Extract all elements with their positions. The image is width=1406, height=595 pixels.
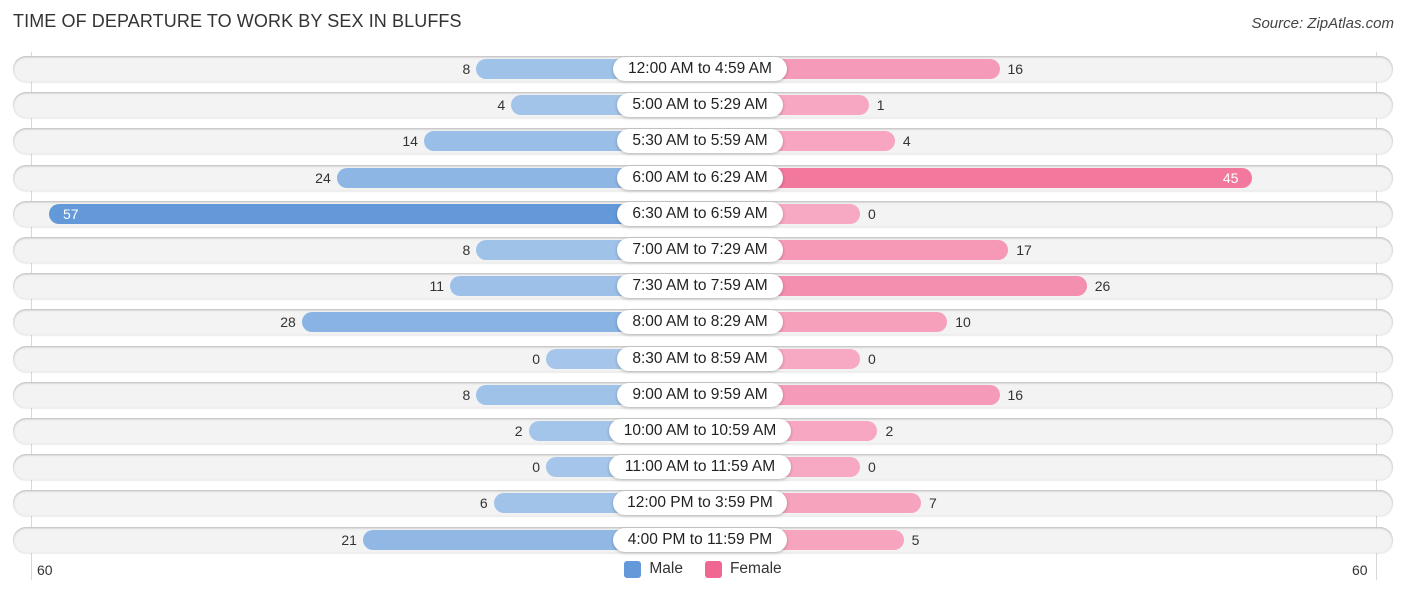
female-value-label: 0	[868, 459, 876, 476]
female-value-label: 2	[885, 423, 894, 439]
female-value-label: 0	[868, 350, 876, 367]
female-value-label: 45	[1222, 169, 1239, 186]
male-value-label: 57	[62, 205, 79, 222]
male-value-label: 11	[429, 278, 445, 295]
category-label: 11:00 AM to 11:59 AM	[609, 455, 791, 480]
legend-label-male: Male	[649, 560, 683, 577]
male-value-label: 8	[462, 386, 471, 403]
male-swatch-icon	[624, 560, 642, 578]
category-label: 5:30 AM to 5:59 AM	[617, 129, 783, 154]
male-value-label: 2	[514, 423, 523, 439]
male-value-label: 6	[479, 495, 488, 512]
female-value-label: 4	[902, 133, 911, 150]
male-value-label: 0	[532, 350, 540, 367]
female-value-label: 16	[1007, 61, 1024, 77]
female-value-label: 26	[1094, 278, 1111, 295]
category-label: 10:00 AM to 10:59 AM	[609, 419, 791, 443]
male-value-label: 8	[462, 242, 471, 258]
female-swatch-icon	[704, 560, 722, 578]
category-label: 6:30 AM to 6:59 AM	[617, 201, 783, 226]
male-value-label: 0	[532, 459, 540, 476]
category-label: 4:00 PM to 11:59 PM	[613, 527, 787, 552]
female-bar[interactable]	[703, 167, 1253, 188]
male-value-label: 28	[280, 314, 296, 331]
female-value-label: 7	[929, 495, 937, 512]
legend-label-female: Female	[729, 560, 782, 577]
female-value-label: 5	[911, 531, 920, 548]
source-label: Source: ZipAtlas.com	[1251, 15, 1394, 32]
category-label: 7:30 AM to 7:59 AM	[617, 274, 783, 299]
category-label: 5:00 AM to 5:29 AM	[617, 93, 783, 118]
chart-title: TIME OF DEPARTURE TO WORK BY SEX IN BLUF…	[13, 11, 462, 31]
category-label: 12:00 AM to 4:59 AM	[613, 57, 787, 81]
category-label: 8:00 AM to 8:29 AM	[617, 310, 783, 335]
category-label: 12:00 PM to 3:59 PM	[613, 491, 787, 516]
male-value-label: 24	[315, 169, 331, 186]
legend-item-male[interactable]: Male	[624, 560, 683, 578]
legend: Male Female	[0, 560, 1406, 578]
legend-item-female[interactable]: Female	[704, 560, 782, 578]
female-value-label: 0	[868, 205, 876, 222]
male-value-label: 4	[497, 97, 506, 114]
category-label: 7:00 AM to 7:29 AM	[617, 238, 783, 262]
male-value-label: 14	[402, 133, 418, 150]
category-label: 6:00 AM to 6:29 AM	[617, 165, 783, 190]
category-label: 9:00 AM to 9:59 AM	[617, 382, 783, 407]
category-label: 8:30 AM to 8:59 AM	[617, 346, 783, 371]
male-bar[interactable]	[48, 203, 703, 224]
female-value-label: 10	[955, 314, 971, 331]
male-value-label: 8	[462, 61, 471, 77]
female-value-label: 16	[1007, 386, 1024, 403]
female-value-label: 17	[1016, 242, 1032, 258]
male-value-label: 21	[341, 531, 357, 548]
female-value-label: 1	[876, 97, 885, 114]
